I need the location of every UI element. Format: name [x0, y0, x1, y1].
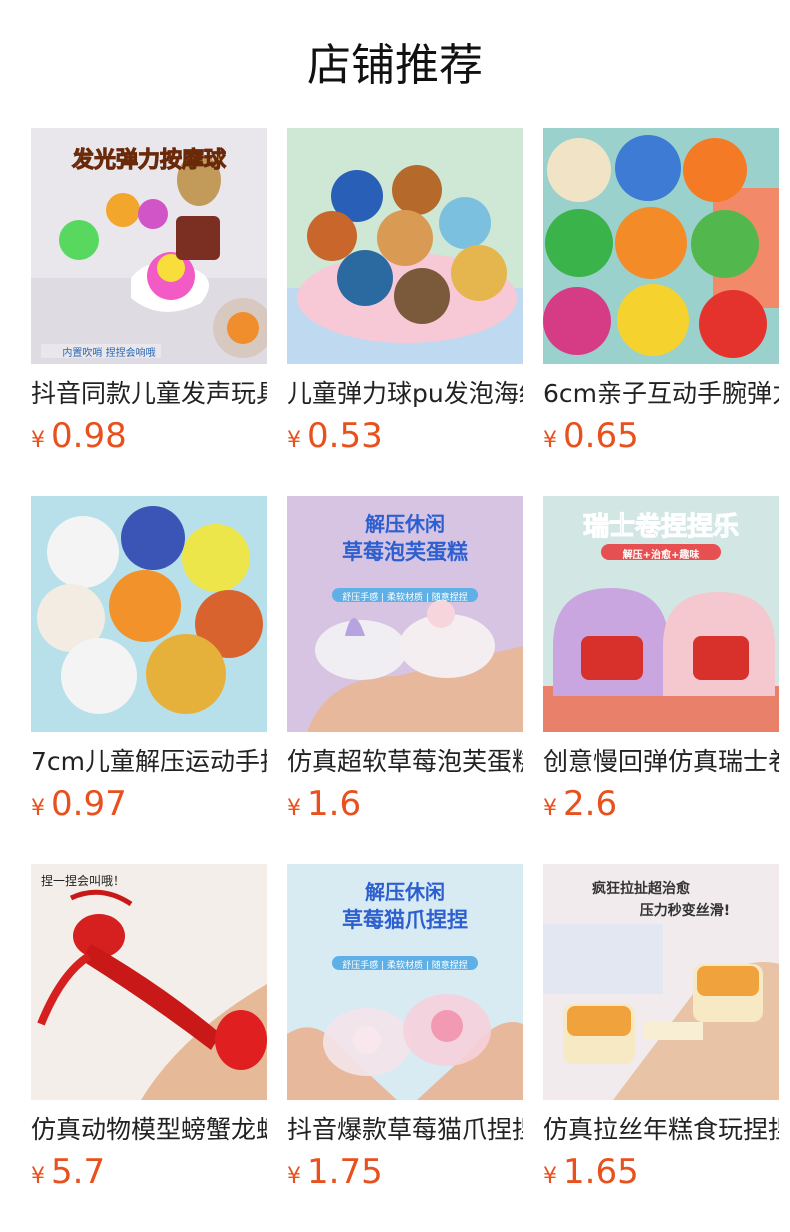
product-card[interactable]: 儿童弹力球pu发泡海绵球 ¥0.53 — [287, 128, 523, 496]
product-card[interactable]: 疯狂拉扯超治愈 压力秒变丝滑! 仿真拉丝年糕食玩捏捏 ¥1.65 — [543, 864, 779, 1232]
product-image[interactable]: 解压休闲 草莓泡芙蛋糕 舒压手感 | 柔软材质 | 随意捏捏 — [287, 496, 523, 732]
price-value: 0.53 — [307, 416, 383, 456]
image-caption: 解压+治愈+趣味 — [622, 550, 700, 561]
product-price: ¥1.65 — [543, 1152, 779, 1198]
product-name[interactable]: 7cm儿童解压运动手捏球 — [31, 746, 267, 778]
product-name[interactable]: 仿真超软草莓泡芙蛋糕 — [287, 746, 523, 778]
product-card[interactable]: 发光弹力按摩球 内置吹哨 捏捏会响哦 抖音同款儿童发声玩具 ¥0.98 — [31, 128, 267, 496]
product-card[interactable]: 6cm亲子互动手腕弹力球 ¥0.65 — [543, 128, 779, 496]
price-value: 0.98 — [51, 416, 127, 456]
currency-symbol: ¥ — [31, 428, 45, 453]
image-caption: 舒压手感 | 柔软材质 | 随意捏捏 — [342, 593, 468, 603]
price-value: 1.6 — [307, 784, 362, 824]
product-price: ¥0.97 — [31, 784, 267, 830]
currency-symbol: ¥ — [543, 428, 557, 453]
currency-symbol: ¥ — [31, 1164, 45, 1189]
product-name[interactable]: 6cm亲子互动手腕弹力球 — [543, 378, 779, 410]
product-image[interactable] — [543, 128, 779, 364]
planet-balls-image — [287, 128, 523, 364]
product-card[interactable]: 7cm儿童解压运动手捏球 ¥0.97 — [31, 496, 267, 864]
product-image[interactable]: 瑞士卷捏捏乐 解压+治愈+趣味 — [543, 496, 779, 732]
image-caption: 捏一捏会叫哦！ — [41, 874, 126, 888]
price-value: 1.65 — [563, 1152, 639, 1192]
product-price: ¥2.6 — [543, 784, 779, 830]
product-name[interactable]: 仿真拉丝年糕食玩捏捏 — [543, 1114, 779, 1146]
product-price: ¥1.75 — [287, 1152, 523, 1198]
currency-symbol: ¥ — [31, 796, 45, 821]
image-caption: 草莓猫爪捏捏 — [342, 908, 468, 932]
currency-symbol: ¥ — [287, 796, 301, 821]
price-value: 5.7 — [51, 1152, 106, 1192]
product-name[interactable]: 抖音爆款草莓猫爪捏捏 — [287, 1114, 523, 1146]
product-price: ¥0.98 — [31, 416, 267, 462]
image-caption: 瑞士卷捏捏乐 — [582, 512, 739, 543]
product-price: ¥0.65 — [543, 416, 779, 462]
price-value: 1.75 — [307, 1152, 383, 1192]
product-card[interactable]: 捏一捏会叫哦！ 仿真动物模型螃蟹龙虾 ¥5.7 — [31, 864, 267, 1232]
product-price: ¥5.7 — [31, 1152, 267, 1198]
product-image[interactable]: 解压休闲 草莓猫爪捏捏 舒压手感 | 柔软材质 | 随意捏捏 — [287, 864, 523, 1100]
product-price: ¥1.6 — [287, 784, 523, 830]
product-price: ¥0.53 — [287, 416, 523, 462]
lobster-toy-image — [31, 864, 267, 1100]
price-value: 2.6 — [563, 784, 618, 824]
product-image[interactable]: 捏一捏会叫哦！ — [31, 864, 267, 1100]
product-image[interactable]: 疯狂拉扯超治愈 压力秒变丝滑! — [543, 864, 779, 1100]
product-image[interactable]: 发光弹力按摩球 内置吹哨 捏捏会响哦 — [31, 128, 267, 364]
image-caption: 舒压手感 | 柔软材质 | 随意捏捏 — [342, 961, 468, 971]
product-name[interactable]: 儿童弹力球pu发泡海绵球 — [287, 378, 523, 410]
product-name[interactable]: 创意慢回弹仿真瑞士卷 — [543, 746, 779, 778]
currency-symbol: ¥ — [287, 428, 301, 453]
product-name[interactable]: 抖音同款儿童发声玩具 — [31, 378, 267, 410]
product-name[interactable]: 仿真动物模型螃蟹龙虾 — [31, 1114, 267, 1146]
product-card[interactable]: 瑞士卷捏捏乐 解压+治愈+趣味 创意慢回弹仿真瑞士卷 ¥2.6 — [543, 496, 779, 864]
price-value: 0.97 — [51, 784, 127, 824]
product-card[interactable]: 解压休闲 草莓泡芙蛋糕 舒压手感 | 柔软材质 | 随意捏捏 仿真超软草莓泡芙蛋… — [287, 496, 523, 864]
product-grid: 发光弹力按摩球 内置吹哨 捏捏会响哦 抖音同款儿童发声玩具 ¥0.98 儿童弹力… — [31, 128, 779, 1232]
sports-balls-image — [31, 496, 267, 732]
image-caption: 压力秒变丝滑! — [639, 903, 731, 919]
image-caption: 解压休闲 — [365, 512, 445, 536]
image-caption: 发光弹力按摩球 — [71, 148, 226, 174]
image-caption: 内置吹哨 捏捏会响哦 — [62, 348, 156, 359]
fruit-face-balls-image — [543, 128, 779, 364]
image-caption: 草莓泡芙蛋糕 — [342, 540, 468, 564]
product-image[interactable] — [287, 128, 523, 364]
currency-symbol: ¥ — [287, 1164, 301, 1189]
price-value: 0.65 — [563, 416, 639, 456]
image-caption: 解压休闲 — [365, 880, 445, 904]
product-card[interactable]: 解压休闲 草莓猫爪捏捏 舒压手感 | 柔软材质 | 随意捏捏 抖音爆款草莓猫爪捏… — [287, 864, 523, 1232]
currency-symbol: ¥ — [543, 796, 557, 821]
product-image[interactable] — [31, 496, 267, 732]
image-caption: 疯狂拉扯超治愈 — [592, 881, 690, 897]
page-title: 店铺推荐 — [307, 40, 483, 91]
currency-symbol: ¥ — [543, 1164, 557, 1189]
